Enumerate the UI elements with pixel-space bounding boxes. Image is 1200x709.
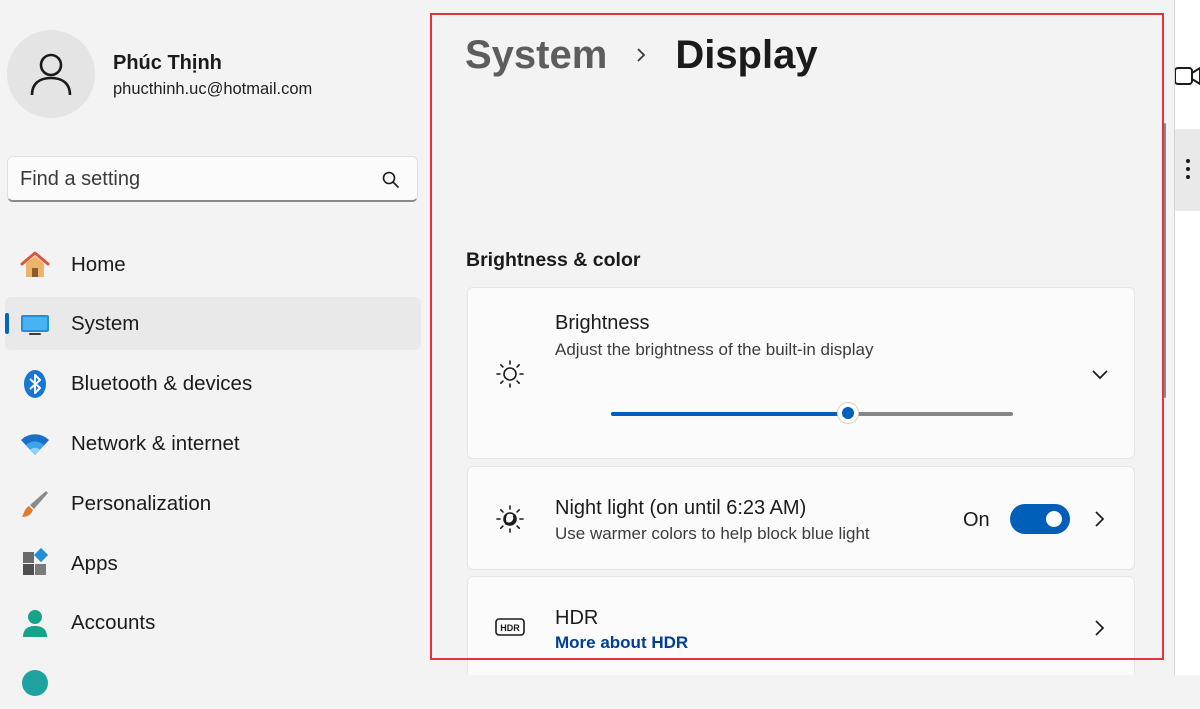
- sidebar-item-label: Apps: [71, 552, 118, 576]
- sidebar-item-label: Accounts: [71, 611, 155, 635]
- sidebar-item-accounts[interactable]: Accounts: [5, 596, 421, 649]
- apps-icon: [19, 548, 51, 580]
- scrollbar-thumb[interactable]: [1163, 123, 1166, 398]
- more-options-icon[interactable]: [1185, 158, 1191, 180]
- sun-icon: [494, 358, 526, 390]
- sidebar-item-partial[interactable]: [5, 656, 421, 709]
- brightness-slider[interactable]: [611, 402, 1013, 426]
- sidebar-item-label: System: [71, 312, 139, 336]
- chevron-right-icon: [633, 47, 649, 63]
- chevron-right-icon[interactable]: [1090, 619, 1108, 637]
- search-icon[interactable]: [381, 170, 401, 190]
- brightness-card[interactable]: Brightness Adjust the brightness of the …: [467, 287, 1135, 459]
- sidebar-item-personalization[interactable]: Personalization: [5, 477, 421, 530]
- user-name: Phúc Thịnh: [113, 52, 222, 75]
- brightness-subtitle: Adjust the brightness of the built-in di…: [555, 340, 873, 360]
- person-icon: [28, 51, 74, 97]
- night-light-card[interactable]: Night light (on until 6:23 AM) Use warme…: [467, 466, 1135, 570]
- slider-fill: [611, 412, 848, 416]
- toggle-knob: [1046, 511, 1062, 527]
- chevron-down-icon[interactable]: [1091, 365, 1109, 383]
- account-icon: [19, 607, 51, 639]
- sidebar-item-label: Bluetooth & devices: [71, 372, 252, 396]
- sidebar-item-system[interactable]: System: [5, 297, 421, 350]
- brightness-title: Brightness: [555, 312, 650, 335]
- home-icon: [19, 249, 51, 281]
- avatar[interactable]: [7, 30, 95, 118]
- wifi-icon: [19, 428, 51, 460]
- user-email: phucthinh.uc@hotmail.com: [113, 80, 312, 99]
- hdr-icon: HDR: [494, 611, 526, 643]
- adjacent-window-edge: [1174, 0, 1200, 675]
- search-box[interactable]: [7, 156, 418, 202]
- sidebar-item-home[interactable]: Home: [5, 238, 421, 291]
- sidebar-item-network[interactable]: Network & internet: [5, 417, 421, 470]
- video-camera-icon: [1175, 62, 1200, 90]
- sidebar-item-label: Home: [71, 253, 126, 277]
- hdr-link[interactable]: More about HDR: [555, 633, 688, 653]
- toggle-state-label: On: [963, 509, 990, 532]
- settings-sidebar: Phúc Thịnh phucthinh.uc@hotmail.com Home: [0, 0, 430, 675]
- night-light-subtitle: Use warmer colors to help block blue lig…: [555, 524, 870, 544]
- slider-thumb[interactable]: [837, 402, 859, 424]
- sidebar-item-label: Personalization: [71, 492, 211, 516]
- breadcrumb: System Display: [465, 30, 818, 80]
- section-title: Brightness & color: [466, 249, 640, 272]
- chevron-right-icon[interactable]: [1090, 510, 1108, 528]
- breadcrumb-parent[interactable]: System: [465, 33, 607, 78]
- night-light-toggle[interactable]: [1010, 504, 1070, 534]
- sidebar-item-apps[interactable]: Apps: [5, 537, 421, 590]
- sidebar-item-bluetooth[interactable]: Bluetooth & devices: [5, 357, 421, 410]
- brush-icon: [19, 488, 51, 520]
- hdr-title: HDR: [555, 607, 598, 630]
- night-light-title: Night light (on until 6:23 AM): [555, 497, 806, 520]
- night-light-icon: [494, 503, 526, 535]
- globe-icon: [19, 667, 51, 699]
- monitor-icon: [19, 308, 51, 340]
- sidebar-item-label: Network & internet: [71, 432, 240, 456]
- display-settings-page: System Display Brightness & color Bright…: [430, 0, 1166, 675]
- bluetooth-icon: [19, 368, 51, 400]
- svg-text:HDR: HDR: [500, 623, 520, 633]
- page-title: Display: [675, 33, 817, 78]
- selection-indicator: [5, 313, 9, 334]
- hdr-card[interactable]: HDR HDR More about HDR: [467, 576, 1135, 675]
- search-input[interactable]: [20, 166, 360, 192]
